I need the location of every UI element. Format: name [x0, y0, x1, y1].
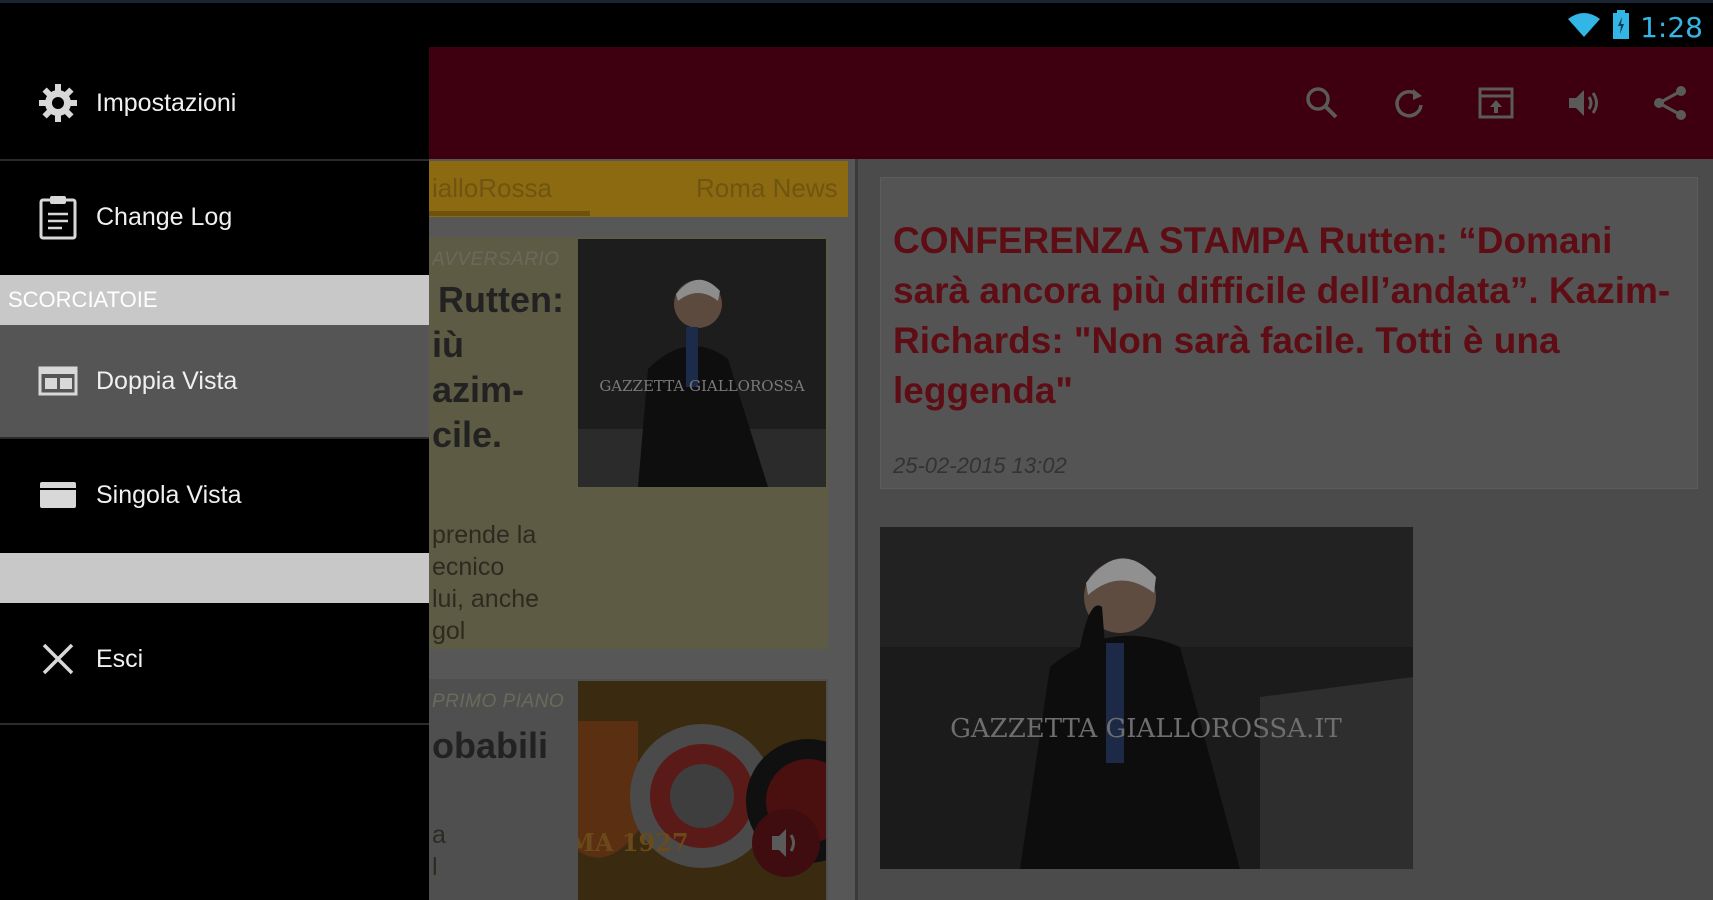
drawer-section-header: SCORCIATOIE — [0, 275, 429, 325]
drawer-item-singola-vista[interactable]: Singola Vista — [0, 439, 429, 551]
clipboard-icon — [36, 195, 80, 240]
card-text-line: prende la — [432, 521, 537, 549]
card-title-line: obabili — [432, 725, 548, 766]
status-right: 1:28 — [1566, 9, 1703, 45]
tab-roma-news[interactable]: Roma News — [696, 173, 838, 204]
drawer-item-label: Esci — [96, 644, 144, 673]
gear-icon — [36, 81, 80, 125]
article-title: CONFERENZA STAMPA Rutten: “Domani sarà a… — [893, 220, 1671, 411]
split-view-icon — [36, 359, 80, 403]
wifi-icon — [1566, 11, 1602, 44]
card-category: AVVERSARIO — [432, 249, 560, 270]
card-text-line: lui, anche — [432, 585, 540, 613]
card-text-line: gol — [432, 617, 466, 645]
article-date: 25-02-2015 13:02 — [893, 453, 1067, 478]
card-title-line: azim- — [432, 369, 525, 410]
coach-photo: GAZZETTA GIALLOROSSA — [578, 239, 826, 487]
volume-icon — [1568, 90, 1598, 116]
section-header-label: SCORCIATOIE — [8, 287, 158, 312]
drawer-item-impostazioni[interactable]: Impostazioni — [0, 47, 429, 159]
tab-giallorossa[interactable]: ialloRossa — [432, 173, 552, 204]
drawer-divider — [0, 723, 429, 725]
drawer-item-esci[interactable]: Esci — [0, 603, 429, 715]
drawer-section-header-empty — [0, 553, 429, 603]
search-button[interactable] — [1278, 47, 1365, 159]
status-bar: 1:28 — [0, 0, 1713, 47]
thumb-caption: GAZZETTA GIALLOROSSA — [599, 377, 805, 395]
refresh-icon — [1394, 89, 1423, 118]
refresh-button[interactable] — [1365, 47, 1452, 159]
battery-icon — [1612, 9, 1630, 45]
card-text-line: l — [432, 853, 438, 881]
close-icon — [36, 637, 80, 681]
image-caption: GAZZETTA GIALLOROSSA.IT — [950, 714, 1342, 744]
card-title-line: Rutten: — [438, 279, 564, 320]
drawer-item-doppia-vista[interactable]: Doppia Vista — [0, 325, 429, 437]
status-time: 1:28 — [1640, 10, 1703, 44]
navigation-drawer: Impostazioni Change Log SCORCIATOIE Dopp… — [0, 47, 429, 900]
layout-button[interactable] — [1452, 47, 1539, 159]
card-title-line: iù — [432, 324, 464, 365]
share-button[interactable] — [1626, 47, 1713, 159]
match-logos: ROMA 1927 — [578, 681, 826, 900]
drawer-item-label: Change Log — [96, 202, 233, 231]
layout-icon — [1478, 87, 1513, 119]
volume-button[interactable] — [1539, 47, 1626, 159]
article-header: CONFERENZA STAMPA Rutten: “Domani sarà a… — [880, 177, 1698, 489]
card-text-line: a — [432, 821, 446, 849]
card-title-line: cile. — [432, 414, 503, 455]
drawer-item-label: Singola Vista — [96, 480, 242, 509]
card-text-line: ecnico — [432, 553, 505, 581]
drawer-item-change-log[interactable]: Change Log — [0, 161, 429, 273]
single-view-icon — [36, 473, 80, 517]
drawer-item-label: Doppia Vista — [96, 366, 238, 395]
thumb-caption: ROMA 1927 — [578, 828, 689, 857]
card-thumbnail: GAZZETTA GIALLOROSSA — [578, 239, 826, 487]
drawer-item-label: Impostazioni — [96, 88, 237, 117]
card-category: PRIMO PIANO — [432, 691, 565, 712]
card-thumbnail: ROMA 1927 — [578, 681, 826, 900]
action-icons — [1278, 47, 1713, 159]
share-icon — [1653, 86, 1686, 120]
search-icon — [1305, 87, 1337, 119]
coach-photo: GAZZETTA GIALLOROSSA.IT — [880, 527, 1413, 869]
article-image: GAZZETTA GIALLOROSSA.IT — [880, 527, 1413, 869]
article-pane: CONFERENZA STAMPA Rutten: “Domani sarà a… — [858, 159, 1713, 900]
